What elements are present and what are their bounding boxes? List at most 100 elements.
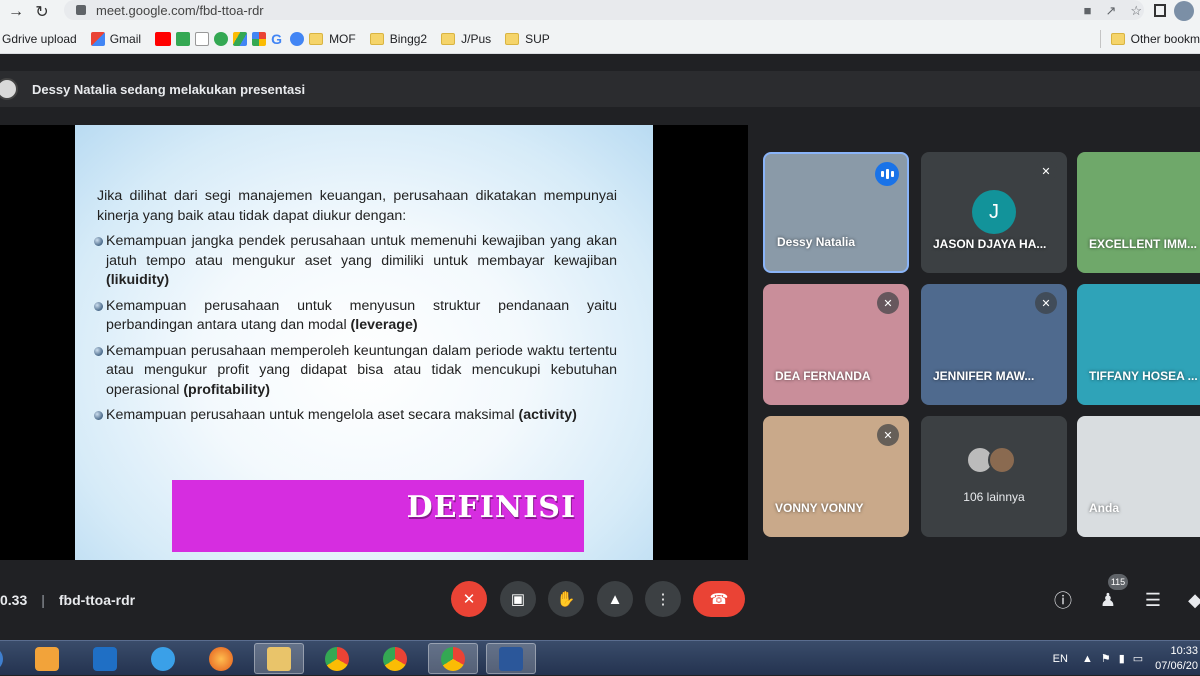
address-bar[interactable]: meet.google.com/fbd-ttoa-rdr [64, 0, 1144, 20]
taskbar-file-explorer[interactable] [254, 643, 304, 674]
participant-tile[interactable]: TIFFANY HOSEA ... [1077, 284, 1200, 405]
slide-bullet: Kemampuan perusahaan untuk menyusun stru… [94, 297, 617, 336]
meeting-details-button[interactable]: ⓘ [1052, 589, 1074, 611]
bookmark-folder-sup[interactable]: SUP [505, 32, 550, 46]
slide-banner: DEFINISI [172, 480, 584, 552]
chrome-icon [441, 646, 465, 671]
bookmark-folder-jpus[interactable]: J/Pus [441, 32, 491, 46]
mic-off-icon: ✕ [1035, 160, 1057, 182]
youtube-icon[interactable] [155, 31, 172, 46]
clock-date: 07/06/20 [1155, 659, 1198, 672]
taskbar-chrome-2[interactable] [370, 643, 420, 674]
slide-banner-title: DEFINISI [406, 490, 576, 525]
tray-expand-icon[interactable]: ▲ [1082, 653, 1093, 665]
taskbar-clock[interactable]: 10:33 07/06/20 [1155, 644, 1198, 674]
taskbar-outlook[interactable] [80, 643, 130, 674]
participant-tile[interactable]: ✕ J JASON DJAYA HA... [921, 152, 1067, 273]
presenter-text: Dessy Natalia sedang melakukan presentas… [32, 81, 306, 97]
slide-bullet: Kemampuan perusahaan memperoleh keuntung… [94, 342, 617, 401]
mic-off-icon: ✕ [877, 292, 899, 314]
taskbar-media-player[interactable] [22, 643, 72, 674]
share-icon[interactable]: ↗ [1105, 3, 1116, 19]
folder-icon [441, 32, 456, 45]
bookmark-folder-bingg2[interactable]: Bingg2 [369, 32, 427, 46]
bookmark-sm-icon[interactable] [195, 31, 210, 46]
mic-off-icon: ✕ [1035, 292, 1057, 314]
mic-off-icon: ✕ [877, 424, 899, 446]
activities-button[interactable]: ◆ [1184, 589, 1200, 611]
media-player-icon [35, 646, 59, 671]
present-button[interactable]: ▲ [597, 581, 633, 617]
meeting-info: 0.33 | fbd-ttoa-rdr [0, 592, 135, 608]
participant-name: TIFFANY HOSEA ... [1089, 369, 1198, 383]
signal-icon[interactable]: ▮ [1119, 652, 1125, 665]
photos-icon[interactable] [252, 31, 267, 46]
classroom-icon[interactable] [290, 31, 305, 46]
other-bookmarks[interactable]: Other bookm [1110, 32, 1200, 46]
chat-button[interactable]: ☰ [1142, 589, 1164, 611]
self-tile[interactable]: Anda [1077, 416, 1200, 537]
gmail-icon [90, 31, 105, 46]
presentation-slide: Jika dilihat dari segi manajemen keuanga… [75, 125, 653, 560]
taskbar-chrome-3[interactable] [428, 643, 478, 674]
camera-icon[interactable]: ■ [1084, 3, 1092, 19]
raise-hand-button[interactable]: ✋ [548, 581, 584, 617]
participant-name: DEA FERNANDA [775, 369, 871, 383]
taskbar-internet-explorer[interactable] [138, 643, 188, 674]
mic-toggle-button[interactable]: ✕ [451, 581, 487, 617]
present-screen-icon: ▲ [607, 590, 623, 608]
reload-icon[interactable]: ↻ [32, 2, 52, 22]
battery-icon[interactable]: ▭ [1133, 652, 1143, 665]
drive-icon[interactable] [233, 31, 248, 46]
bookmarks-divider [1099, 29, 1101, 48]
people-count-badge: 115 [1108, 574, 1128, 590]
more-participants-label: 106 lainnya [963, 490, 1025, 504]
folder-icon [505, 32, 520, 45]
browser-toolbar: → ↻ meet.google.com/fbd-ttoa-rdr ■ ↗ ☆ [0, 0, 1200, 24]
participant-name: JENNIFER MAW... [933, 369, 1035, 383]
participant-avatar [988, 446, 1016, 474]
participant-tile[interactable]: ✕ VONNY VONNY [763, 416, 909, 537]
participant-name: EXCELLENT IMM... [1089, 237, 1197, 251]
language-indicator[interactable]: EN [1053, 653, 1068, 665]
chrome-icon [383, 646, 407, 671]
people-button[interactable]: ♟ [1097, 589, 1119, 611]
taskbar-start-partial[interactable] [0, 643, 16, 674]
flag-icon[interactable]: ⚑ [1101, 652, 1111, 665]
presenter-avatar [0, 78, 18, 100]
bookmark-gmail[interactable]: Gmail [90, 31, 141, 46]
folder-icon [1110, 32, 1125, 45]
slide-bullet: Kemampuan jangka pendek perusahaan untuk… [94, 232, 617, 291]
taskbar-word[interactable] [486, 643, 536, 674]
more-options-button[interactable]: ⋮ [645, 581, 681, 617]
side-panel-icon[interactable] [1154, 4, 1166, 17]
google-icon[interactable]: G [271, 31, 285, 47]
taskbar-firefox[interactable] [196, 643, 246, 674]
more-participants-tile[interactable]: 106 lainnya [921, 416, 1067, 537]
leave-call-button[interactable]: ☎ [693, 581, 745, 617]
taskbar-chrome[interactable] [312, 643, 362, 674]
bookmark-gdrive-upload[interactable]: Gdrive upload [2, 32, 77, 46]
bookmark-folder-mof[interactable]: MOF [309, 32, 356, 46]
slide-body: Jika dilihat dari segi manajemen keuanga… [94, 187, 617, 432]
star-icon[interactable]: ☆ [1130, 3, 1142, 19]
back-arrow-icon[interactable]: → [6, 2, 26, 22]
maps-icon[interactable] [176, 31, 191, 46]
participant-tile[interactable]: Dessy Natalia [763, 152, 909, 273]
folder-icon [369, 32, 384, 45]
participant-tile[interactable]: EXCELLENT IMM... [1077, 152, 1200, 273]
camera-toggle-button[interactable]: ▣ [500, 581, 536, 617]
meeting-time: 0.33 [0, 592, 28, 608]
participant-tile[interactable]: ✕ JENNIFER MAW... [921, 284, 1067, 405]
outlook-icon [93, 646, 117, 671]
speaking-indicator-icon [875, 162, 899, 186]
participant-name: VONNY VONNY [775, 501, 864, 515]
address-bar-actions: ■ ↗ ☆ [1084, 3, 1142, 19]
video-camera-icon: ▣ [510, 591, 526, 608]
participant-tile[interactable]: ✕ DEA FERNANDA [763, 284, 909, 405]
profile-avatar[interactable] [1174, 1, 1194, 21]
presentation-stage[interactable]: Jika dilihat dari segi manajemen keuanga… [0, 125, 748, 560]
clock-time: 10:33 [1170, 644, 1198, 657]
bookmark-20-icon[interactable] [214, 31, 229, 46]
word-icon [499, 646, 523, 671]
